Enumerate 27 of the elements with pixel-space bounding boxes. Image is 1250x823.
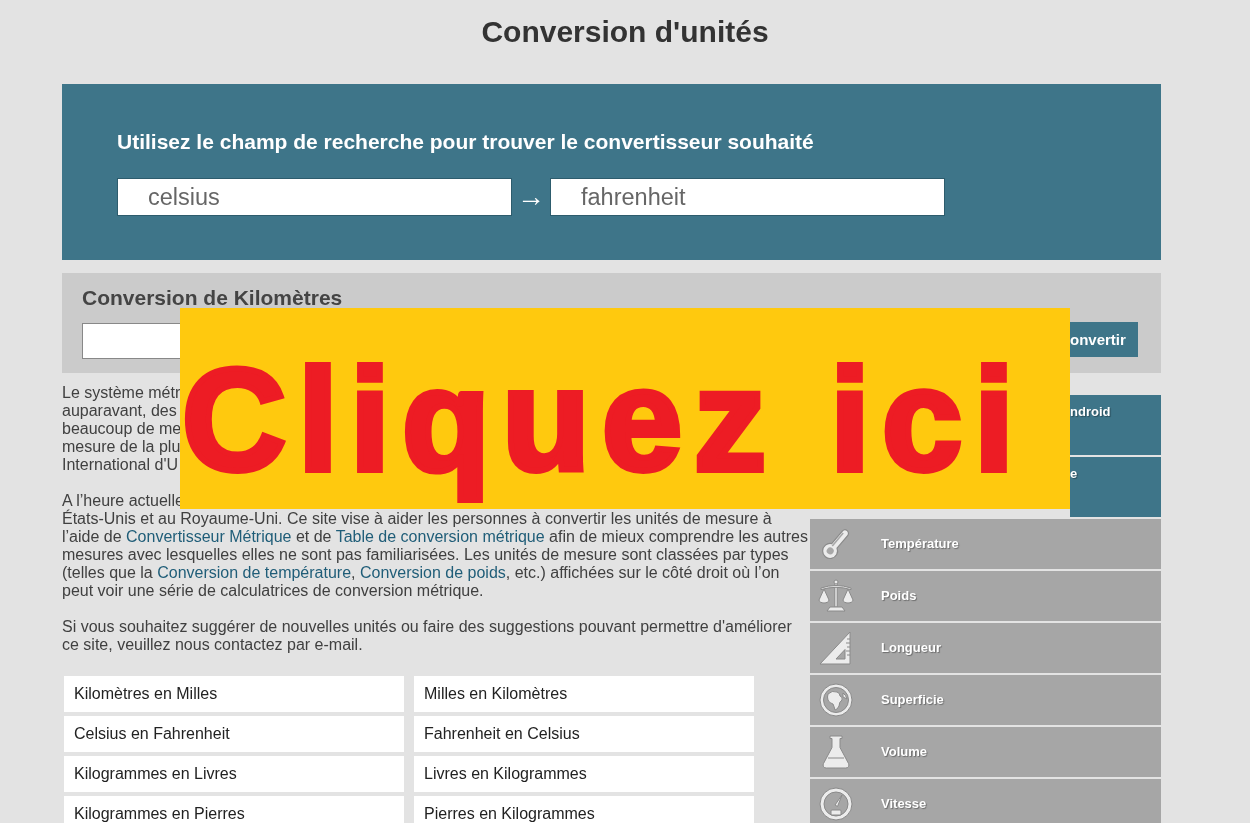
page-title: Conversion d'unités — [481, 14, 769, 50]
conversion-link[interactable]: Celsius en Fahrenheit — [64, 716, 404, 752]
text-link[interactable]: Conversion de température — [157, 564, 352, 581]
text-link[interactable]: Conversion de poids — [359, 564, 506, 581]
converter-heading: Conversion de Kilomètres — [82, 287, 343, 309]
balance-scale-icon — [818, 578, 854, 614]
sidebar-promo-item[interactable]: ndroid — [1070, 395, 1161, 455]
paragraph-fragment: Le système métr auparavant, des beaucoup de me mesure de la plu International d'U — [62, 384, 182, 474]
arrow-text: → — [516, 180, 546, 214]
to-unit-field[interactable]: fahrenheit — [550, 178, 945, 216]
convert-button[interactable]: onvertir — [1069, 322, 1138, 357]
conversion-link[interactable]: Pierres en Kilogrammes — [414, 796, 754, 823]
sidebar-promo-item[interactable]: e — [1070, 457, 1161, 517]
conversion-link[interactable]: Kilomètres en Milles — [64, 676, 404, 712]
conversion-link[interactable]: Livres en Kilogrammes — [414, 756, 754, 792]
text-link[interactable]: Convertisseur Métrique — [126, 528, 292, 545]
from-unit-field[interactable]: celsius — [117, 178, 512, 216]
value-input-field[interactable] — [82, 323, 180, 359]
conversion-link[interactable]: Fahrenheit en Celsius — [414, 716, 754, 752]
conversion-link[interactable]: Kilogrammes en Pierres — [64, 796, 404, 823]
conversion-link[interactable]: Milles en Kilomètres — [414, 676, 754, 712]
text-link[interactable]: Table de conversion métrique — [335, 528, 545, 545]
globe-icon — [818, 682, 854, 718]
search-heading: Utilisez le champ de recherche pour trouver le convertisseur souhaité — [117, 129, 814, 155]
contact-paragraph: Si vous souhaitez suggérer de nouvelles unités ou faire des suggestions pouvant permettre d'améliorer ce site, veuillez nous contactez par e-mail. — [62, 618, 793, 654]
description-paragraph: États-Unis et au Royaume-Uni. Ce site vise à aider les personnes à convertir les unités de mesure à l’aide de Convertisseur Métrique et de Table de conversion métrique afin de mieux comprendre les autres mesures avec lesquelles elles ne sont pas familiarisées. Les unités de mesure sont classées par types (telles que la Conversion de température, Conversion de poids, etc.) affichées sur le côté droit où l’on peut voir une série de calculatrices de conversion métrique. — [62, 510, 809, 600]
conversion-link[interactable]: Kilogrammes en Livres — [64, 756, 404, 792]
